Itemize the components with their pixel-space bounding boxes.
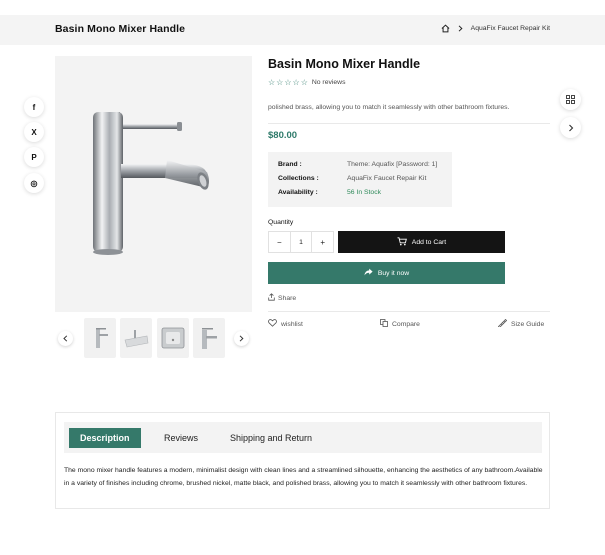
product-tabs-section: Description Reviews Shipping and Return … — [55, 412, 550, 509]
brand-label: Brand : — [278, 161, 302, 168]
star-icon: ☆ — [276, 78, 284, 87]
faucet-image — [93, 112, 209, 255]
share-button[interactable]: Share — [268, 293, 296, 303]
upload-icon — [268, 293, 275, 303]
page-title: Basin Mono Mixer Handle — [55, 23, 186, 35]
collections-row: Collections : AquaFix Faucet Repair Kit — [278, 175, 426, 182]
divider — [268, 311, 550, 312]
reviews-count[interactable]: No reviews — [312, 79, 346, 86]
ruler-icon — [497, 318, 508, 329]
size-guide-button[interactable]: Size Guide — [497, 318, 545, 329]
quantity-increase-button[interactable]: + — [312, 232, 333, 252]
collections-value[interactable]: AquaFix Faucet Repair Kit — [347, 175, 426, 182]
wishlist-button[interactable]: wishlist — [268, 319, 303, 329]
thumbnail-basin-square[interactable] — [157, 318, 189, 358]
rating-stars[interactable]: ☆ ☆ ☆ ☆ ☆ No reviews — [268, 78, 345, 87]
compare-icon — [380, 319, 388, 329]
product-info-box: Brand : Theme: Aquafix [Password: 1] Col… — [268, 152, 452, 207]
quantity-stepper: − 1 + — [268, 231, 334, 253]
home-icon[interactable] — [441, 24, 450, 33]
short-description: polished brass, allowing you to match it… — [268, 104, 510, 111]
buy-now-label: Buy it now — [377, 269, 410, 277]
availability-label: Availability : — [278, 189, 318, 196]
facebook-icon[interactable]: f — [24, 97, 44, 117]
quantity-decrease-button[interactable]: − — [269, 232, 290, 252]
size-guide-label: Size Guide — [511, 320, 545, 328]
star-icon: ☆ — [284, 78, 292, 87]
tab-bar: Description Reviews Shipping and Return — [64, 422, 542, 453]
breadcrumb-current: AquaFix Faucet Repair Kit — [470, 25, 550, 32]
tab-reviews[interactable]: Reviews — [164, 428, 198, 448]
product-title: Basin Mono Mixer Handle — [268, 57, 421, 71]
quantity-input[interactable]: 1 — [289, 232, 313, 252]
page-header-bar: Basin Mono Mixer Handle AquaFix Faucet R… — [0, 15, 605, 45]
thumbnail-faucet-side[interactable] — [193, 318, 225, 358]
thumbnail-basin-vessel[interactable] — [120, 318, 152, 358]
pinterest-icon[interactable]: P — [24, 147, 44, 167]
chevron-right-icon — [458, 25, 463, 32]
share-label: Share — [278, 294, 297, 302]
quantity-label: Quantity — [268, 219, 294, 226]
collections-label: Collections : — [278, 175, 319, 182]
breadcrumb: AquaFix Faucet Repair Kit — [441, 24, 550, 33]
grid-view-icon[interactable] — [560, 89, 581, 110]
compare-label: Compare — [392, 320, 420, 328]
availability-value: 56 In Stock — [347, 189, 382, 196]
star-icon: ☆ — [292, 78, 300, 87]
thumb-next-button[interactable] — [234, 331, 249, 346]
brand-value[interactable]: Theme: Aquafix [Password: 1] — [347, 161, 437, 168]
availability-row: Availability : 56 In Stock — [278, 189, 381, 196]
next-product-icon[interactable] — [560, 117, 581, 138]
add-to-cart-label: Add to Cart — [411, 238, 447, 246]
compare-button[interactable]: Compare — [380, 319, 420, 329]
tab-description[interactable]: Description — [69, 428, 141, 448]
brand-row: Brand : Theme: Aquafix [Password: 1] — [278, 161, 437, 168]
share-arrow-icon — [364, 268, 373, 278]
wishlist-label: wishlist — [281, 320, 303, 328]
product-main-image[interactable] — [55, 56, 252, 312]
thumbnail-faucet-tall[interactable] — [84, 318, 116, 358]
divider — [268, 123, 550, 124]
tab-description-content: The mono mixer handle features a modern,… — [64, 467, 543, 487]
buy-now-button[interactable]: Buy it now — [268, 262, 505, 284]
add-to-cart-button[interactable]: Add to Cart — [338, 231, 505, 253]
star-icon: ☆ — [300, 78, 308, 87]
star-icon: ☆ — [268, 78, 276, 87]
product-price: $80.00 — [268, 130, 298, 141]
thumb-prev-button[interactable] — [58, 331, 73, 346]
instagram-icon[interactable]: ◎ — [24, 173, 44, 193]
cart-icon — [397, 236, 407, 248]
tab-shipping-and-return[interactable]: Shipping and Return — [230, 428, 312, 448]
heart-icon — [268, 319, 277, 329]
x-twitter-icon[interactable]: X — [24, 122, 44, 142]
